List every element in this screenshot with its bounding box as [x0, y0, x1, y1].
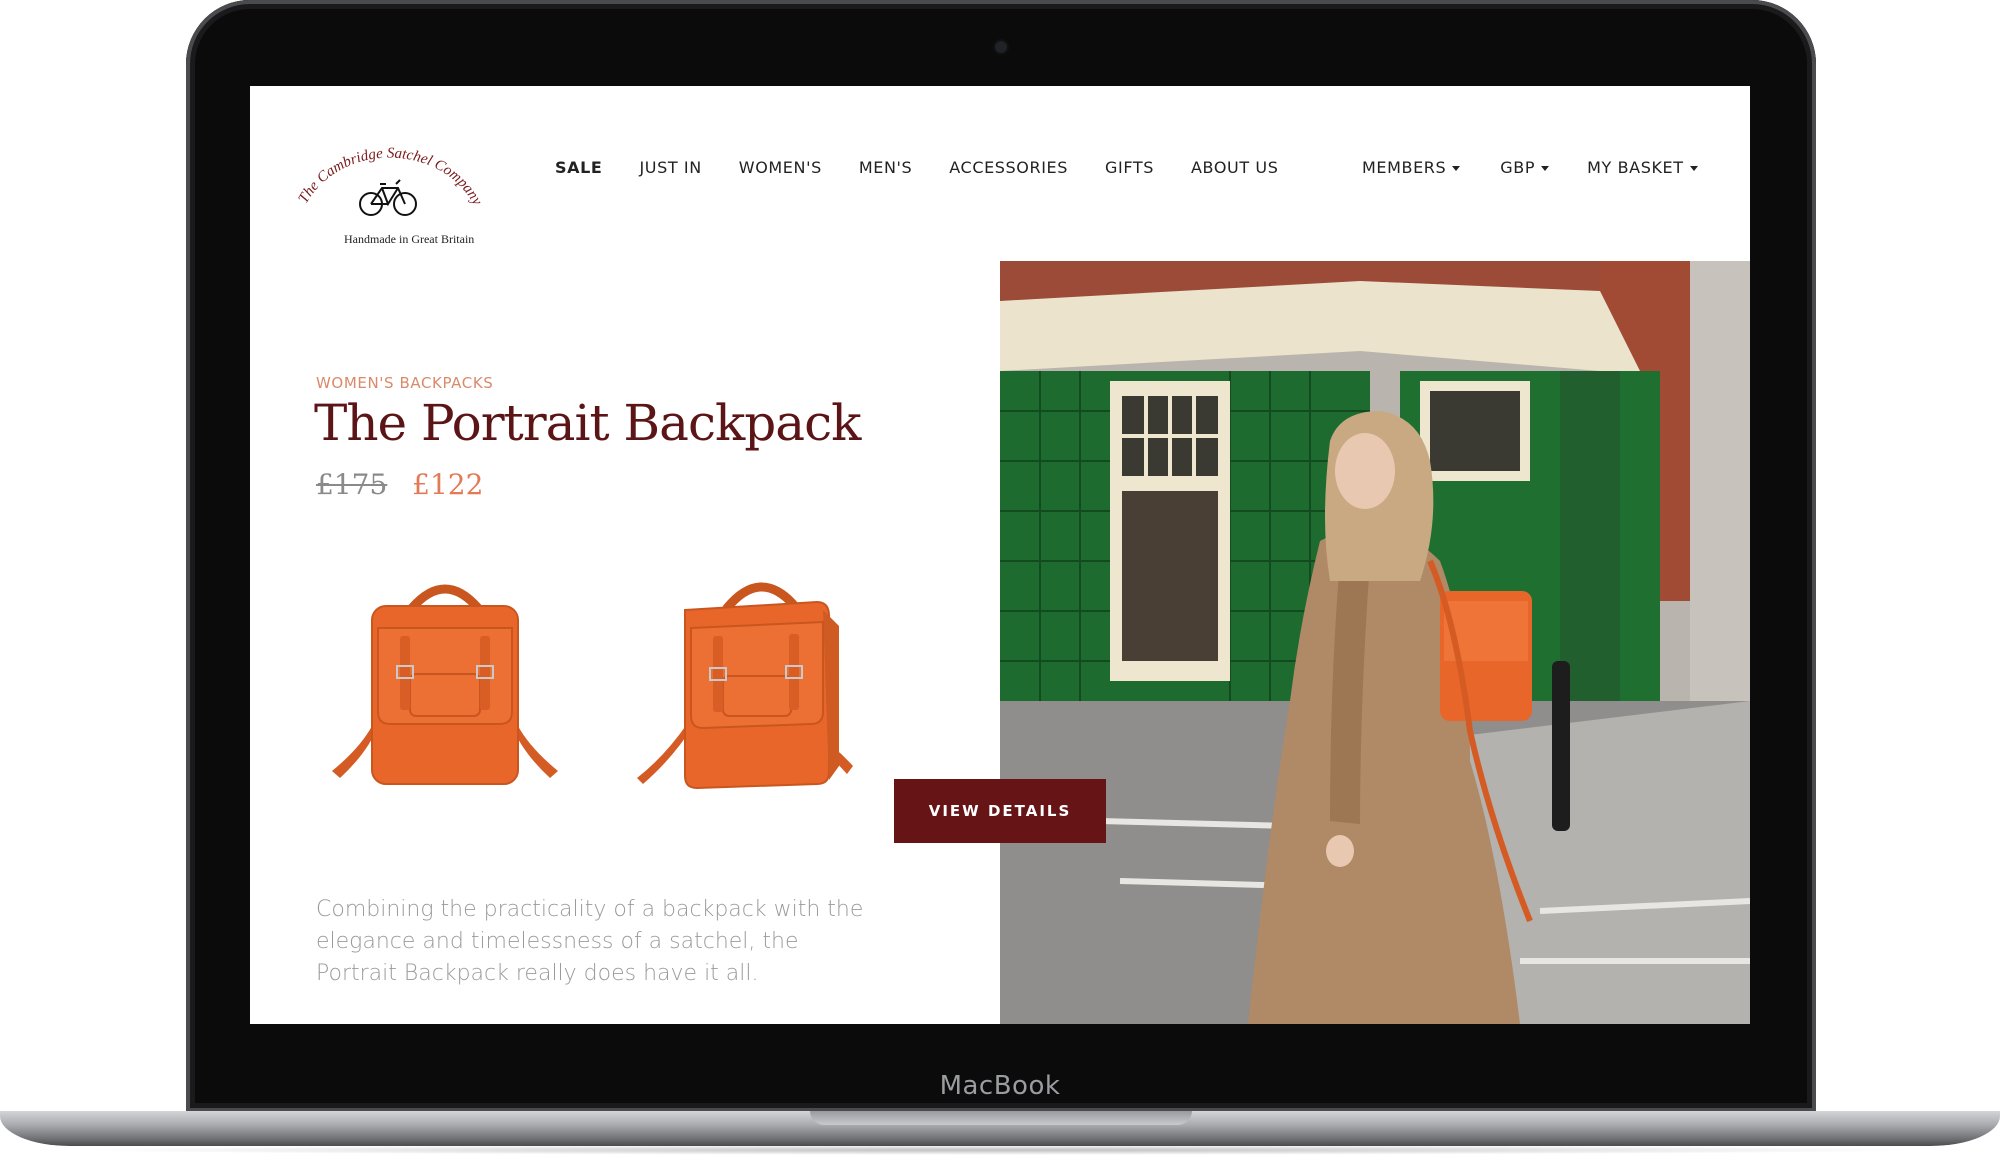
- nav-item-gifts[interactable]: GIFTS: [1105, 158, 1154, 177]
- product-category[interactable]: WOMEN'S BACKPACKS: [316, 374, 493, 392]
- device-brand-label: MacBook: [939, 1071, 1061, 1101]
- price-new: £122: [412, 468, 484, 501]
- nav-item-sale[interactable]: SALE: [555, 158, 602, 177]
- nav-item-about-us[interactable]: ABOUT US: [1191, 158, 1278, 177]
- camera-icon: [995, 41, 1007, 53]
- nav-item-just-in[interactable]: JUST IN: [639, 158, 701, 177]
- hero-photo: [1000, 261, 1750, 1024]
- price-old: £175: [316, 468, 388, 501]
- screen: The Cambridge Satchel Company Handmade i…: [250, 86, 1750, 1024]
- members-dropdown[interactable]: MEMBERS: [1362, 158, 1461, 177]
- nav-item-accessories[interactable]: ACCESSORIES: [949, 158, 1068, 177]
- product-image-front[interactable]: [320, 566, 570, 806]
- members-label: MEMBERS: [1362, 158, 1447, 177]
- logo-tagline: Handmade in Great Britain: [344, 232, 475, 246]
- view-details-button[interactable]: VIEW DETAILS: [894, 779, 1106, 843]
- account-nav: MEMBERS GBP MY BASKET: [1362, 158, 1738, 177]
- main-nav: SALE JUST IN WOMEN'S MEN'S ACCESSORIES G…: [555, 158, 1315, 177]
- caret-down-icon: [1541, 166, 1550, 171]
- laptop-notch: [810, 1111, 1192, 1125]
- laptop-shadow: [60, 1145, 1940, 1155]
- caret-down-icon: [1689, 166, 1698, 171]
- nav-item-womens[interactable]: WOMEN'S: [739, 158, 822, 177]
- product-image-angle[interactable]: [625, 566, 875, 806]
- logo-graphic: The Cambridge Satchel Company: [296, 146, 485, 216]
- currency-dropdown[interactable]: GBP: [1500, 158, 1550, 177]
- site-logo[interactable]: The Cambridge Satchel Company Handmade i…: [284, 120, 494, 246]
- product-description: Combining the practicality of a backpack…: [316, 897, 864, 986]
- price-row: £175 £122: [316, 468, 483, 501]
- nav-item-mens[interactable]: MEN'S: [859, 158, 912, 177]
- site-header: The Cambridge Satchel Company Handmade i…: [250, 86, 1750, 256]
- currency-label: GBP: [1500, 158, 1536, 177]
- bicycle-icon: [359, 179, 417, 216]
- product-title: The Portrait Backpack: [314, 394, 861, 452]
- caret-down-icon: [1452, 166, 1461, 171]
- basket-label: MY BASKET: [1587, 158, 1684, 177]
- basket-dropdown[interactable]: MY BASKET: [1587, 158, 1698, 177]
